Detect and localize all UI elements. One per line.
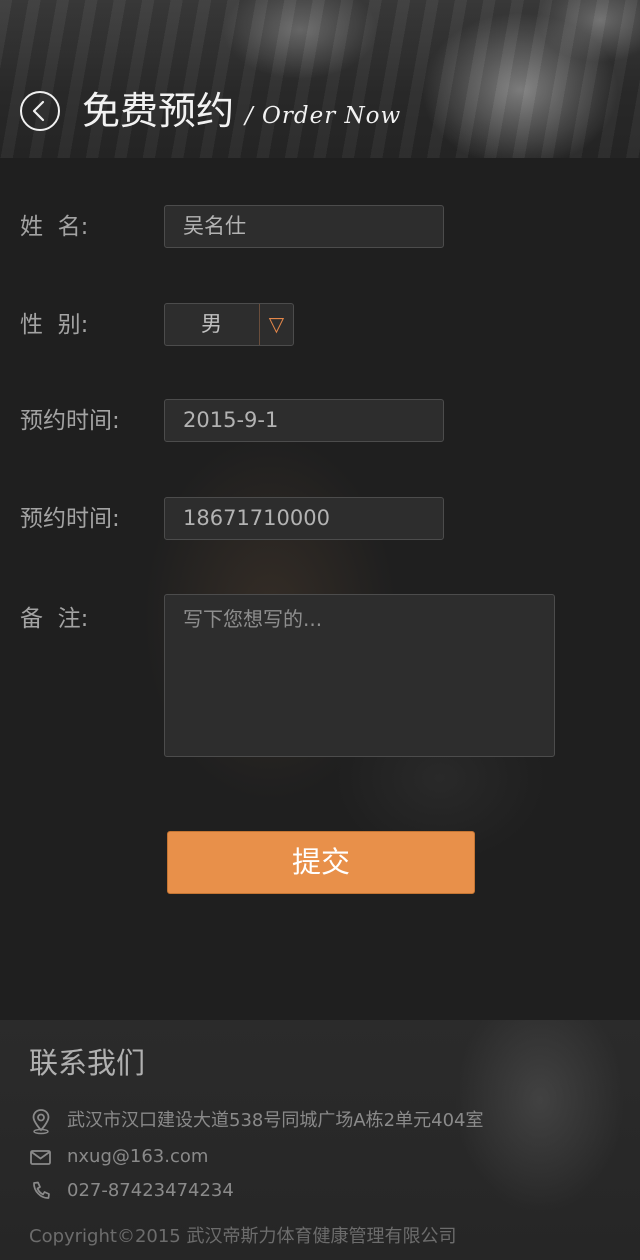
email-link[interactable]: nxug@163.com	[67, 1143, 208, 1171]
phone-icon	[33, 1181, 50, 1199]
back-button[interactable]	[20, 91, 60, 131]
name-label: 姓 名:	[20, 214, 89, 240]
gender-selected-value: 男	[201, 312, 222, 336]
address-text: 武汉市汉口建设大道538号同城广场A栋2单元404室	[67, 1110, 484, 1131]
envelope-icon	[30, 1150, 51, 1165]
footer-contact: 联系我们 武汉市汉口建设大道538号同城广场A栋2单元404室 nxug@163…	[0, 1020, 640, 1260]
copyright-text: Copyright©2015 武汉帝斯力体育健康管理有限公司	[29, 1226, 457, 1247]
dropdown-triangle-icon[interactable]: ▽	[259, 304, 293, 345]
date-input[interactable]: 2015-9-1	[164, 399, 444, 442]
location-pin-icon	[32, 1109, 50, 1135]
page-subtitle: / Order Now	[245, 103, 402, 129]
phone-label: 预约时间:	[20, 506, 120, 532]
chevron-left-icon	[32, 100, 45, 122]
gender-label: 性 别:	[20, 312, 89, 338]
date-label: 预约时间:	[20, 408, 120, 434]
name-input[interactable]: 吴名仕	[164, 205, 444, 248]
notes-textarea[interactable]: 写下您想写的...	[164, 594, 555, 757]
header-banner: 免费预约 / Order Now	[0, 0, 640, 158]
submit-button[interactable]: 提交	[167, 831, 475, 894]
booking-form: 姓 名: 吴名仕 性 别: 男 ▽ 预约时间: 2015-9-1 预约时间: 1…	[0, 158, 640, 1020]
gender-select[interactable]: 男 ▽	[164, 303, 294, 346]
page: 免费预约 / Order Now 姓 名: 吴名仕 性 别: 男 ▽ 预约时间:…	[0, 0, 640, 1260]
notes-label: 备 注:	[20, 606, 89, 632]
phone-input[interactable]: 18671710000	[164, 497, 444, 540]
header-background-photo	[0, 0, 640, 158]
phone-text[interactable]: 027-87423474234	[67, 1177, 234, 1205]
page-title: 免费预约	[82, 89, 235, 133]
contact-title: 联系我们	[29, 1046, 146, 1080]
